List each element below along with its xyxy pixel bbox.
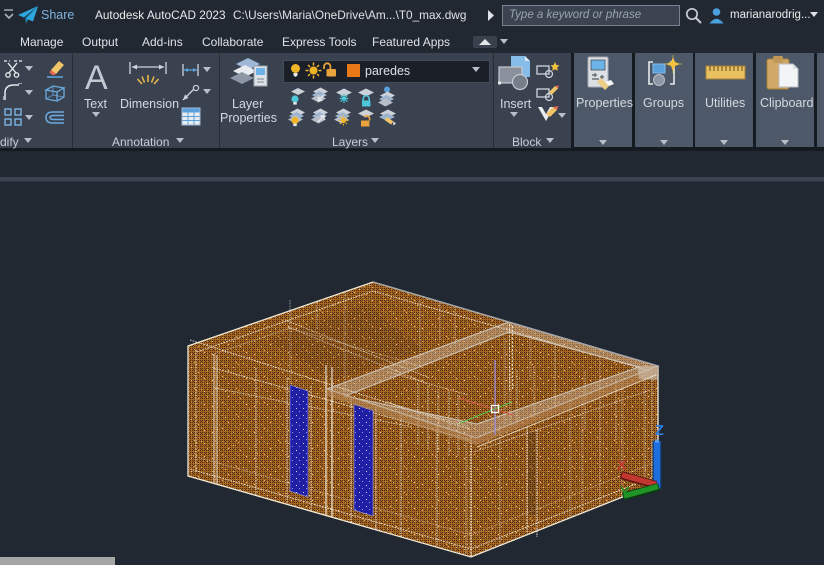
svg-text:Z: Z (655, 423, 664, 439)
svg-text:Y: Y (620, 485, 630, 501)
svg-text:X: X (617, 458, 627, 474)
